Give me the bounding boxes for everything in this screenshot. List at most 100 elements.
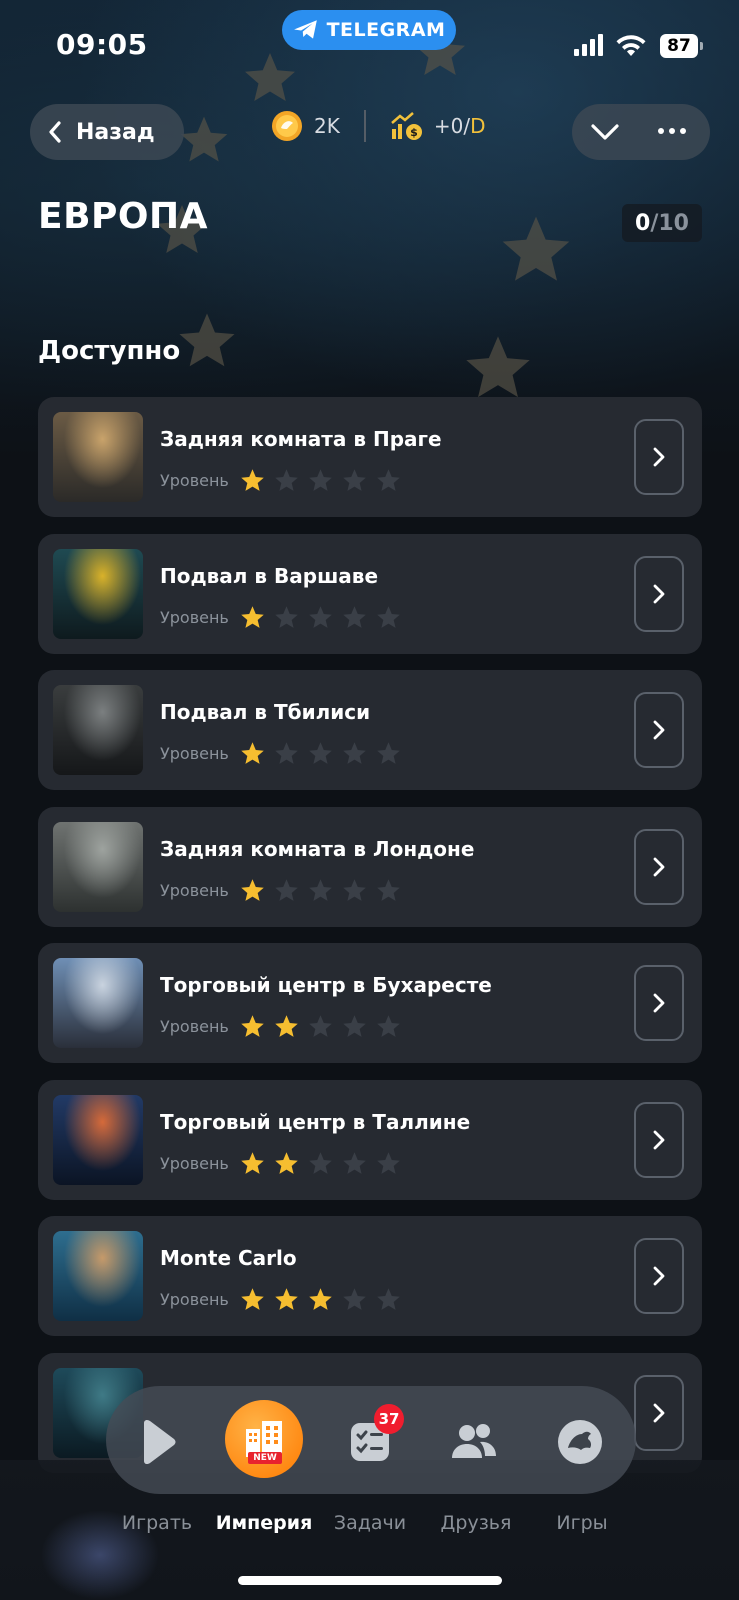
building-icon[interactable] [225,1400,303,1478]
section-title: Доступно [38,336,181,366]
star-empty-icon [343,1015,366,1037]
level-stars [239,740,402,767]
level-stars [239,1286,402,1313]
games-icon[interactable] [546,1408,614,1476]
location-thumbnail [53,1095,143,1185]
location-thumbnail [53,412,143,502]
star-empty-icon [343,469,366,491]
star-empty-icon [343,742,366,764]
back-button[interactable]: Назад [30,104,184,160]
status-time: 09:05 [56,28,148,61]
battery-tip [700,42,703,50]
location-card[interactable]: Торговый центр в Бухаресте Уровень [38,943,702,1063]
star-empty-icon [377,1015,400,1037]
nav-label-play[interactable]: Играть [122,1512,192,1534]
location-card[interactable]: Подвал в Варшаве Уровень [38,534,702,654]
level-label: Уровень [160,1017,229,1036]
open-location-button[interactable] [634,1238,684,1314]
star-empty-icon [377,879,400,901]
telegram-icon [293,20,317,39]
star-filled-icon [241,1288,264,1310]
open-location-button[interactable] [634,419,684,495]
open-location-button[interactable] [634,556,684,632]
star-empty-icon [275,606,298,628]
level-stars [239,467,402,494]
open-location-button[interactable] [634,692,684,768]
battery-indicator: 87 [660,34,698,58]
star-empty-icon [377,469,400,491]
background-star-icon [180,116,228,162]
level-label: Уровень [160,471,229,490]
location-thumbnail [53,958,143,1048]
star-empty-icon [343,879,366,901]
more-options-icon[interactable] [658,128,686,134]
open-location-button[interactable] [634,1375,684,1451]
star-filled-icon [241,1015,264,1037]
open-location-button[interactable] [634,1102,684,1178]
location-card[interactable]: Задняя комната в Праге Уровень [38,397,702,517]
coin-balance: 2K [314,114,340,138]
star-empty-icon [309,606,332,628]
chevron-right-icon [653,857,665,877]
open-location-button[interactable] [634,965,684,1041]
telegram-pill[interactable]: TELEGRAM [282,10,456,50]
location-title: Задняя комната в Лондоне [160,837,475,861]
star-empty-icon [275,742,298,764]
star-filled-icon [275,1288,298,1310]
telegram-label: TELEGRAM [326,19,446,41]
income-chart-icon: $ [391,112,422,140]
play-icon[interactable] [122,1408,190,1476]
chevron-right-icon [653,1403,665,1423]
star-filled-icon [241,606,264,628]
star-empty-icon [343,606,366,628]
nav-labels: Играть Империя Задачи Друзья Игры [0,1512,739,1542]
coin-icon [272,111,302,141]
location-title: Monte Carlo [160,1246,297,1270]
background-star-icon [466,336,530,398]
nav-label-friends[interactable]: Друзья [441,1512,512,1534]
location-title: Торговый центр в Таллине [160,1110,471,1134]
location-card[interactable]: Monte Carlo Уровень [38,1216,702,1336]
level-label: Уровень [160,1290,229,1309]
chevron-right-icon [653,447,665,467]
location-card[interactable]: Задняя комната в Лондоне Уровень [38,807,702,927]
star-empty-icon [275,469,298,491]
star-empty-icon [309,1152,332,1174]
status-bar: 09:05 TELEGRAM 87 [0,0,739,92]
friends-icon[interactable] [440,1408,508,1476]
new-tag: NEW [248,1452,282,1464]
location-card[interactable]: Подвал в Тбилиси Уровень [38,670,702,790]
location-thumbnail [53,822,143,912]
level-stars [239,1150,402,1177]
open-location-button[interactable] [634,829,684,905]
star-empty-icon [377,606,400,628]
nav-label-games[interactable]: Игры [556,1512,607,1534]
location-title: Подвал в Тбилиси [160,700,371,724]
star-filled-icon [309,1288,332,1310]
star-filled-icon [241,742,264,764]
star-empty-icon [343,1152,366,1174]
nav-label-empire[interactable]: Империя [216,1512,313,1534]
location-level: Уровень [160,1013,402,1040]
star-filled-icon [241,469,264,491]
progress-badge: 0/10 [622,204,702,242]
location-title: Торговый центр в Бухаресте [160,973,492,997]
chevron-left-icon [49,121,61,143]
star-empty-icon [343,1288,366,1310]
chevron-right-icon [653,720,665,740]
location-thumbnail [53,685,143,775]
location-thumbnail [53,1231,143,1321]
chevron-down-icon[interactable] [590,118,620,146]
level-label: Уровень [160,744,229,763]
location-title: Подвал в Варшаве [160,564,379,588]
star-empty-icon [309,742,332,764]
svg-text:$: $ [410,126,418,139]
chevron-right-icon [653,584,665,604]
level-stars [239,604,402,631]
nav-label-tasks[interactable]: Задачи [334,1512,406,1534]
balance-bar: 2K $ +0/D [270,106,485,146]
balance-divider [363,110,366,142]
location-card[interactable]: Торговый центр в Таллине Уровень [38,1080,702,1200]
star-filled-icon [241,1152,264,1174]
level-label: Уровень [160,608,229,627]
